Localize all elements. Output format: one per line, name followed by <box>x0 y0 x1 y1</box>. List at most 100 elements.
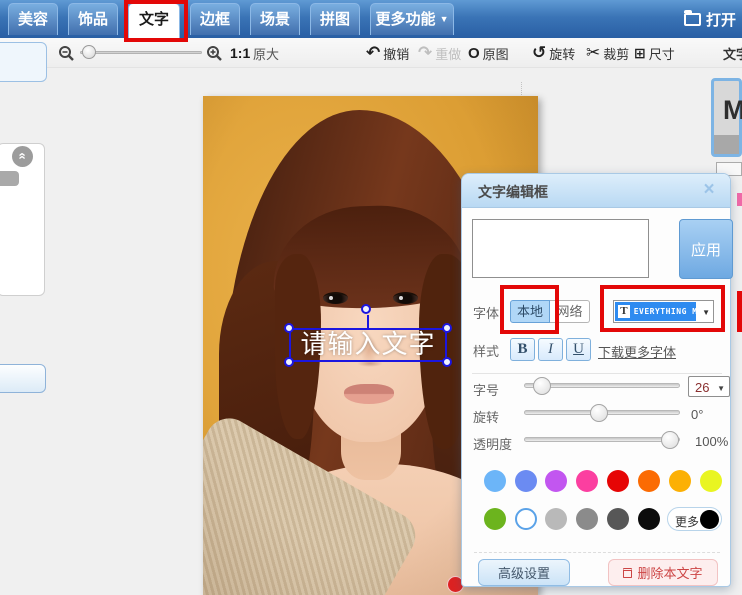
collapse-icon: « <box>15 152 31 160</box>
undo-button[interactable]: ↶ 撤销 <box>366 38 409 68</box>
color-swatch[interactable] <box>607 470 629 492</box>
left-panel-fragment-bottom[interactable] <box>0 364 46 393</box>
zoom-in-button[interactable] <box>206 38 223 68</box>
dropdown-arrow-icon: ▼ <box>702 308 710 317</box>
tab-more-label: 更多功能 <box>375 11 436 28</box>
color-swatch[interactable] <box>638 508 660 530</box>
more-colors-swatch <box>700 510 719 529</box>
color-swatch[interactable] <box>700 470 722 492</box>
redo-icon: ↷ <box>418 43 433 62</box>
color-swatch-selected[interactable] <box>515 508 537 530</box>
color-swatch[interactable] <box>576 508 598 530</box>
underline-button[interactable]: U <box>566 338 591 361</box>
crop-button[interactable]: ✂ 裁剪 <box>586 38 629 68</box>
font-label: 字体 <box>473 306 500 321</box>
resize-handle-top-left[interactable] <box>284 323 294 333</box>
left-panel-fragment-top[interactable] <box>0 42 47 82</box>
zoom-out-icon <box>59 45 74 61</box>
resize-handle-bottom-right[interactable] <box>442 357 452 367</box>
more-colors-label: 更多 <box>675 515 700 529</box>
color-swatch[interactable] <box>576 470 598 492</box>
rotation-handle-stem <box>367 315 369 329</box>
folder-icon <box>683 9 701 26</box>
font-family-dropdown[interactable]: T EVERYTHING M ▼ <box>613 300 714 323</box>
font-family-selected: T EVERYTHING M <box>615 302 696 321</box>
font-family-name: EVERYTHING M <box>633 307 696 316</box>
tab-collage[interactable]: 拼图 <box>310 3 360 35</box>
style-label: 样式 <box>473 344 500 359</box>
color-swatch[interactable] <box>515 470 537 492</box>
color-swatch[interactable] <box>545 508 567 530</box>
rotation-handle[interactable] <box>361 304 371 314</box>
rotation-slider-thumb[interactable] <box>590 404 608 422</box>
tab-more-features[interactable]: 更多功能 ▼ <box>370 3 454 35</box>
font-size-slider-thumb[interactable] <box>533 377 551 395</box>
resize-handle-bottom-left[interactable] <box>284 357 294 367</box>
actual-size-label[interactable]: 原大 <box>253 38 279 68</box>
color-swatch[interactable] <box>484 470 506 492</box>
original-image-button[interactable]: O 原图 <box>468 38 509 68</box>
font-preview-letter: M <box>723 95 742 125</box>
apply-button[interactable]: 应用 <box>679 219 733 279</box>
rotate-button[interactable]: ↺ 旋转 <box>532 38 575 68</box>
open-label: 打开 <box>705 11 736 29</box>
color-swatch[interactable] <box>545 470 567 492</box>
open-file-button[interactable]: 打开 <box>683 8 736 30</box>
resize-button[interactable]: ⊞ 尺寸 <box>634 38 675 68</box>
resize-icon: ⊞ <box>634 44 646 61</box>
more-colors-button[interactable]: 更多 <box>667 507 722 531</box>
tab-scene[interactable]: 场景 <box>250 3 300 35</box>
dashed-divider <box>474 552 720 553</box>
text-overlay-placeholder: 请输入文字 <box>300 330 436 360</box>
delete-text-button[interactable]: 删除本文字 <box>608 559 718 586</box>
edge-fragment-pink <box>737 193 742 206</box>
download-more-fonts-link[interactable]: 下载更多字体 <box>598 342 676 361</box>
left-panel-list-item[interactable] <box>0 171 19 186</box>
bold-button[interactable]: B <box>510 338 535 361</box>
rotation-label: 旋转 <box>473 410 500 425</box>
tab-accessories[interactable]: 饰品 <box>68 3 118 35</box>
canvas-zoom-slider[interactable] <box>80 51 202 54</box>
dialog-title: 文字编辑框 <box>478 184 548 200</box>
text-overlay-box[interactable]: 请输入文字 <box>284 304 452 367</box>
close-icon[interactable]: × <box>698 179 720 201</box>
font-source-network-tab[interactable]: 网络 <box>550 300 590 323</box>
chevron-down-icon: ▼ <box>439 14 449 24</box>
color-swatch[interactable] <box>669 470 691 492</box>
rotate-icon: ↺ <box>532 43 547 62</box>
color-swatch[interactable] <box>638 470 660 492</box>
font-size-value: 26 <box>695 380 710 395</box>
top-nav-bar: 美容 饰品 文字 边框 场景 拼图 更多功能 ▼ 打开 <box>0 0 742 38</box>
advanced-settings-button[interactable]: 高级设置 <box>478 559 570 586</box>
collapse-panel-button[interactable]: « <box>12 146 33 167</box>
actual-size-button[interactable]: 1:1 <box>230 38 250 68</box>
opacity-label: 透明度 <box>473 437 513 452</box>
tab-text[interactable]: 文字 <box>128 3 180 38</box>
color-swatch[interactable] <box>607 508 629 530</box>
italic-button[interactable]: I <box>538 338 563 361</box>
opacity-slider-thumb[interactable] <box>661 431 679 449</box>
trash-icon <box>623 567 633 578</box>
opacity-slider[interactable] <box>524 437 680 442</box>
text-edit-dialog: 文字编辑框 × 应用 字体 本地 网络 T EVERYTHING M ▼ 样式 … <box>461 173 733 587</box>
color-swatch[interactable] <box>484 508 506 530</box>
opacity-value: 100% <box>695 434 729 449</box>
tab-border[interactable]: 边框 <box>190 3 240 35</box>
font-size-label: 字号 <box>473 383 500 398</box>
rotation-value: 0° <box>691 407 704 422</box>
zoom-out-button[interactable] <box>58 38 75 68</box>
resize-handle-top-right[interactable] <box>442 323 452 333</box>
font-preview-caption-bar <box>714 135 739 154</box>
divider <box>472 373 722 374</box>
canvas-zoom-slider-thumb[interactable] <box>82 45 96 59</box>
dropdown-arrow-icon: ▼ <box>717 384 725 393</box>
app-window: 美容 饰品 文字 边框 场景 拼图 更多功能 ▼ 打开 1:1 原大 ↶ 撤销 … <box>0 0 742 595</box>
tab-beauty[interactable]: 美容 <box>8 3 58 35</box>
redo-button[interactable]: ↷ 重做 <box>418 38 461 68</box>
font-source-local-tab[interactable]: 本地 <box>510 300 550 323</box>
text-input-area[interactable] <box>472 219 649 278</box>
font-size-dropdown[interactable]: 26 ▼ <box>688 376 730 397</box>
font-preview-card[interactable]: M <box>711 78 742 157</box>
undo-icon: ↶ <box>366 43 381 62</box>
dialog-header[interactable]: 文字编辑框 × <box>462 174 730 208</box>
